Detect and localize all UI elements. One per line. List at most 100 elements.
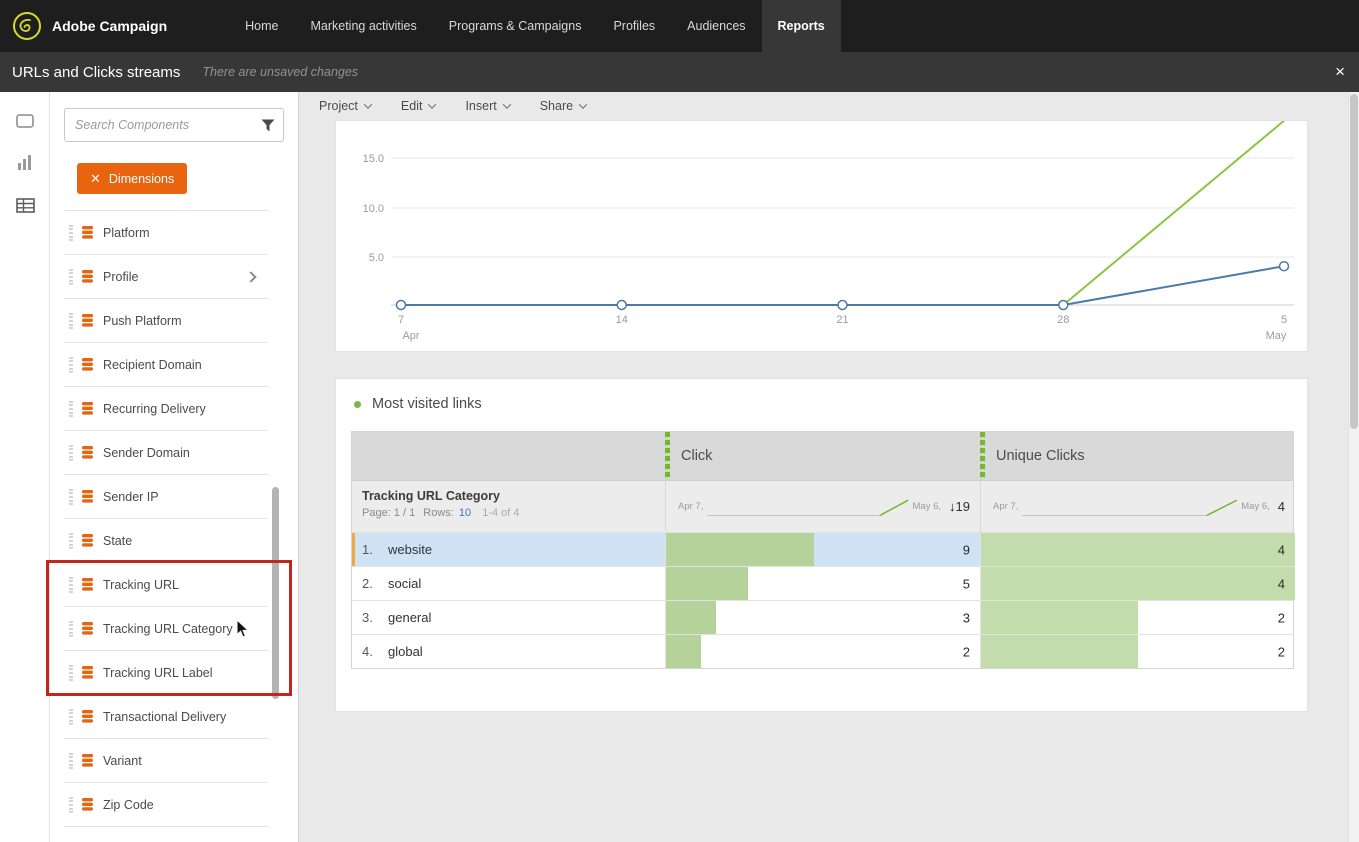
layout-icon[interactable] <box>0 104 50 138</box>
bar-chart-icon[interactable] <box>0 145 50 179</box>
drag-handle-icon <box>69 576 73 593</box>
nav-item-audiences[interactable]: Audiences <box>671 0 761 52</box>
dimension-item-recipient-domain[interactable]: Recipient Domain <box>64 343 268 387</box>
remove-filter-icon[interactable]: ✕ <box>90 171 101 187</box>
menu-edit[interactable]: Edit <box>393 99 444 113</box>
unsaved-changes-status: There are unsaved changes <box>202 65 359 79</box>
chevron-down-icon <box>502 100 511 109</box>
search-box <box>64 108 284 142</box>
adobe-campaign-logo[interactable] <box>12 11 42 41</box>
dimension-item-profile[interactable]: Profile <box>64 255 268 299</box>
data-point-markers <box>395 260 1290 311</box>
unique-value-cell: 2 <box>980 635 1295 668</box>
click-sparkline-cell: Apr 7, May 6, ↓19 <box>665 481 980 532</box>
table-row-website[interactable]: 1. website 9 4 <box>352 532 1295 566</box>
unique-bar <box>981 533 1295 566</box>
dimension-db-icon <box>82 490 93 503</box>
chevron-down-icon <box>578 100 588 109</box>
brand-title: Adobe Campaign <box>52 18 168 34</box>
series-bullet-icon <box>354 400 361 408</box>
click-bar <box>666 567 748 600</box>
unique-bar <box>981 635 1138 668</box>
dimension-db-icon <box>82 226 93 239</box>
rows-per-page-link[interactable]: 10 <box>459 507 471 519</box>
vertical-scrollbar-thumb[interactable] <box>1350 94 1358 429</box>
svg-text:28: 28 <box>1057 314 1069 326</box>
column-header-click[interactable]: Click <box>665 432 980 480</box>
table-row-social[interactable]: 2. social 5 4 <box>352 566 1295 600</box>
table-subheader-row: Tracking URL Category Page: 1 / 1 Rows: … <box>352 480 1293 532</box>
drag-handle-icon <box>69 796 73 813</box>
unique-bar <box>981 567 1295 600</box>
svg-text:14: 14 <box>616 314 628 326</box>
click-bar <box>666 601 717 634</box>
menu-project[interactable]: Project <box>311 99 379 113</box>
primary-nav: Home Marketing activities Programs & Cam… <box>229 0 841 52</box>
table-header-row: Click Unique Clicks <box>352 432 1293 480</box>
nav-item-home[interactable]: Home <box>229 0 294 52</box>
y-axis-labels: 15.0 10.0 5.0 <box>363 153 384 264</box>
unique-clicks-total: 4 <box>1277 499 1285 514</box>
drag-handle-icon <box>69 400 73 417</box>
dimension-item-tracking-url[interactable]: Tracking URL <box>64 563 268 607</box>
row-label: general <box>388 610 432 625</box>
filter-icon[interactable] <box>261 119 275 132</box>
top-nav-bar: Adobe Campaign Home Marketing activities… <box>0 0 1359 52</box>
dimension-db-icon <box>82 710 93 723</box>
unique-sparkline-cell: Apr 7, May 6, 4 <box>980 481 1295 532</box>
close-icon[interactable]: × <box>1335 61 1345 83</box>
dimension-item-push-platform[interactable]: Push Platform <box>64 299 268 343</box>
row-label: social <box>388 576 422 591</box>
dimensions-filter-chip[interactable]: ✕ Dimensions <box>77 163 188 194</box>
nav-item-marketing-activities[interactable]: Marketing activities <box>294 0 432 52</box>
table-row-global[interactable]: 4. global 2 2 <box>352 634 1293 668</box>
chevron-down-icon <box>363 100 373 109</box>
unique-value-cell: 4 <box>980 567 1295 600</box>
dimension-db-icon <box>82 402 93 415</box>
nav-item-programs-campaigns[interactable]: Programs & Campaigns <box>433 0 598 52</box>
dimension-db-icon <box>82 534 93 547</box>
dimension-db-icon <box>82 666 93 679</box>
panel-scrollbar-thumb[interactable] <box>272 487 279 699</box>
dimension-item-sender-domain[interactable]: Sender Domain <box>64 431 268 475</box>
menu-share[interactable]: Share <box>532 99 594 113</box>
search-components-input[interactable] <box>64 108 284 142</box>
table-row-general[interactable]: 3. general 3 2 <box>352 600 1293 634</box>
click-value-cell: 5 <box>665 567 980 600</box>
row-label: global <box>388 644 423 659</box>
dimension-db-icon <box>82 314 93 327</box>
chart-gridlines <box>391 157 1294 306</box>
menu-insert[interactable]: Insert <box>457 99 517 113</box>
row-label: website <box>388 542 433 557</box>
dimension-item-tracking-url-label[interactable]: Tracking URL Label <box>64 651 268 695</box>
unique-value-cell: 2 <box>980 601 1295 634</box>
dimension-item-platform[interactable]: Platform <box>64 211 268 255</box>
dimension-column-title: Tracking URL Category <box>362 489 501 503</box>
svg-text:15.0: 15.0 <box>363 153 384 165</box>
dimension-item-state[interactable]: State <box>64 519 268 563</box>
click-total: ↓19 <box>949 499 970 514</box>
drag-handle-icon <box>69 224 73 241</box>
drag-handle-icon <box>69 488 73 505</box>
dimension-item-transactional-delivery[interactable]: Transactional Delivery <box>64 695 268 739</box>
chip-label: Dimensions <box>108 171 175 186</box>
column-header-unique-clicks[interactable]: Unique Clicks <box>980 432 1295 480</box>
dimension-item-tracking-url-category[interactable]: Tracking URL Category <box>64 607 268 651</box>
dimension-item-zip-code[interactable]: Zip Code <box>64 783 268 827</box>
dimension-item-recurring-delivery[interactable]: Recurring Delivery <box>64 387 268 431</box>
dimension-item-sender-ip[interactable]: Sender IP <box>64 475 268 519</box>
expand-chevron-icon[interactable] <box>245 271 257 283</box>
dimension-db-icon <box>82 446 93 459</box>
drag-handle-icon <box>69 444 73 461</box>
svg-text:May: May <box>1266 330 1287 342</box>
drag-handle-icon <box>69 312 73 329</box>
drag-handle-icon <box>69 752 73 769</box>
table-icon[interactable] <box>0 188 50 222</box>
dimension-item-variant[interactable]: Variant <box>64 739 268 783</box>
svg-text:10.0: 10.0 <box>363 203 384 215</box>
drag-handle-icon <box>69 532 73 549</box>
nav-item-reports[interactable]: Reports <box>761 0 841 52</box>
click-value-cell: 3 <box>665 601 980 634</box>
drag-handle-icon <box>69 620 73 637</box>
nav-item-profiles[interactable]: Profiles <box>597 0 671 52</box>
